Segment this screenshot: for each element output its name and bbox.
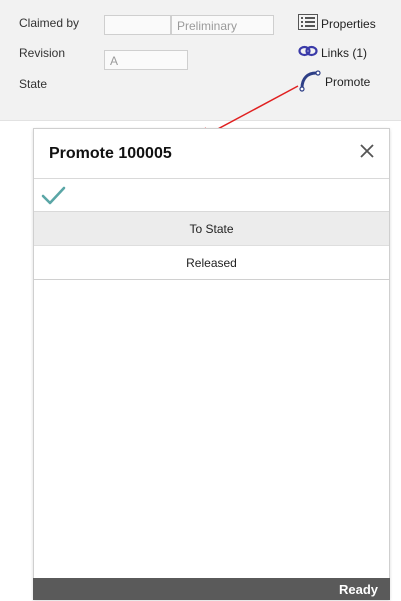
claimed-by-label: Claimed by xyxy=(19,16,80,30)
close-icon xyxy=(359,143,375,164)
promote-icon xyxy=(298,68,322,95)
checkmark-icon xyxy=(40,186,68,211)
revision-field[interactable]: A xyxy=(104,50,188,70)
state-row-released[interactable]: Released xyxy=(34,246,389,280)
links-button[interactable]: Links (1) xyxy=(298,45,367,60)
promote-button[interactable]: Promote xyxy=(298,68,370,95)
properties-label: Properties xyxy=(321,16,376,31)
state-label: State xyxy=(19,77,48,91)
dialog-title: Promote 100005 xyxy=(49,145,172,162)
lifecycle-field: Preliminary xyxy=(171,15,274,35)
properties-panel: Claimed by Preliminary Revision A State … xyxy=(0,0,401,121)
dialog-header: Promote 100005 xyxy=(34,129,389,179)
revision-label: Revision xyxy=(19,46,66,60)
dialog-toolbar xyxy=(34,179,389,212)
close-button[interactable] xyxy=(355,141,379,165)
promote-dialog: Promote 100005 To State Released Ready xyxy=(33,128,390,600)
confirm-button[interactable] xyxy=(40,183,68,207)
links-label: Links (1) xyxy=(321,45,368,60)
links-icon xyxy=(298,45,318,60)
promote-label: Promote xyxy=(325,74,371,89)
properties-button[interactable]: Properties xyxy=(298,14,376,33)
to-state-column-header: To State xyxy=(34,212,389,246)
claimed-by-field[interactable] xyxy=(104,15,171,35)
status-bar: Ready xyxy=(33,578,390,600)
status-text: Ready xyxy=(338,581,378,597)
properties-icon xyxy=(298,14,318,33)
